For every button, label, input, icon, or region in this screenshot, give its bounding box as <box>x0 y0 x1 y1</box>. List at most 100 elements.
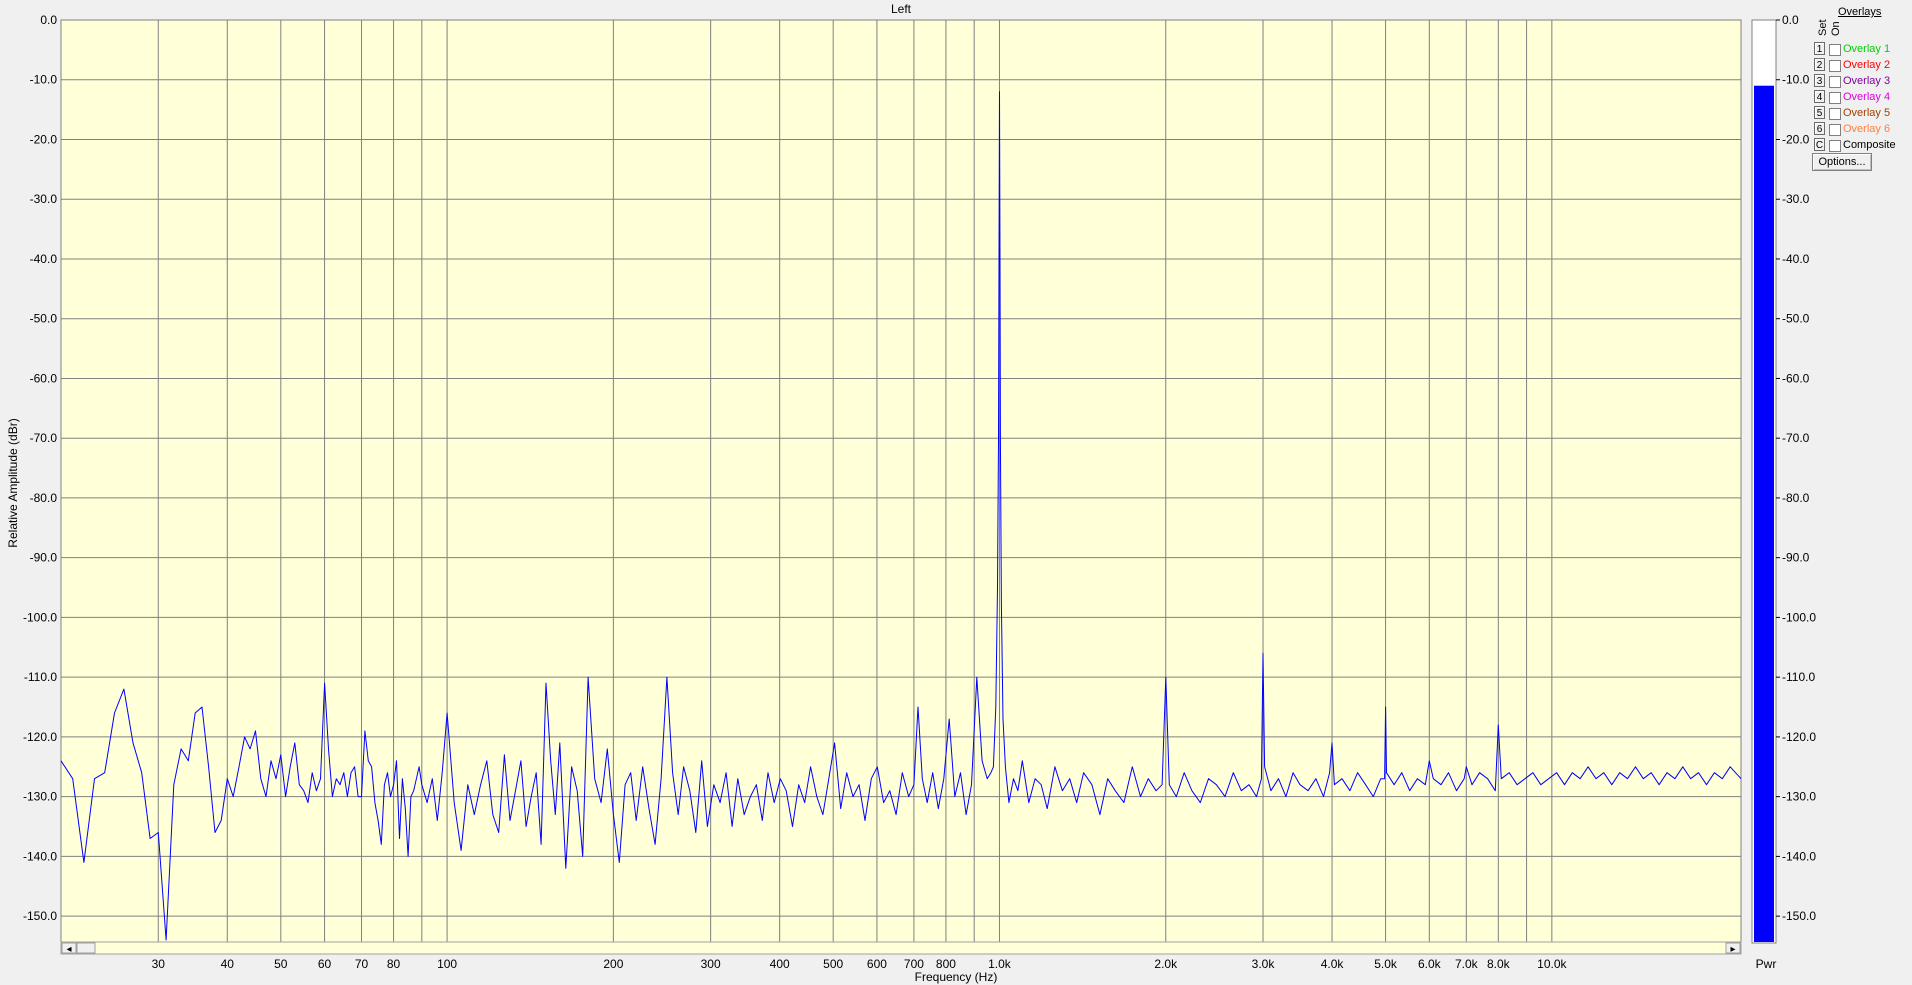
overlay-set-button[interactable]: 1 <box>1814 42 1825 55</box>
meter-tick-label: -150.0 <box>1782 909 1816 923</box>
x-tick-label: 2.0k <box>1154 957 1178 971</box>
overlay-row: 5 Overlay 5 <box>1814 106 1912 121</box>
overlay-label: Overlay 1 <box>1843 43 1891 55</box>
meter-tick-label: -140.0 <box>1782 849 1816 863</box>
y-tick-label: -50.0 <box>30 312 58 326</box>
overlay-label: Overlay 2 <box>1843 59 1891 71</box>
x-tick-label: 400 <box>770 957 790 971</box>
overlay-on-checkbox[interactable] <box>1829 44 1841 56</box>
x-tick-label: 60 <box>318 957 332 971</box>
meter-tick-label: -10.0 <box>1782 73 1810 87</box>
overlay-set-button[interactable]: 2 <box>1814 58 1825 71</box>
meter-tick-label: -40.0 <box>1782 252 1810 266</box>
overlay-on-checkbox[interactable] <box>1829 124 1841 136</box>
meter-tick-label: -30.0 <box>1782 192 1810 206</box>
meter-tick-label: 0.0 <box>1782 13 1799 27</box>
x-tick-label: 40 <box>221 957 235 971</box>
meter-tick-label: -100.0 <box>1782 610 1816 624</box>
meter-tick-label: -80.0 <box>1782 491 1810 505</box>
x-tick-label: 700 <box>904 957 924 971</box>
y-tick-label: 0.0 <box>40 13 57 27</box>
y-tick-label: -10.0 <box>30 73 58 87</box>
y-tick-label: -70.0 <box>30 431 58 445</box>
overlay-on-checkbox[interactable] <box>1829 76 1841 88</box>
overlay-row: 6 Overlay 6 <box>1814 122 1912 137</box>
meter-tick-label: -130.0 <box>1782 790 1816 804</box>
overlay-row: C Composite <box>1814 138 1912 153</box>
x-tick-label: 7.0k <box>1455 957 1479 971</box>
overlay-on-checkbox[interactable] <box>1829 108 1841 120</box>
x-tick-label: 800 <box>936 957 956 971</box>
x-tick-label: 10.0k <box>1537 957 1567 971</box>
x-tick-label: 8.0k <box>1487 957 1511 971</box>
overlays-panel: Overlays Set On 1 Overlay 1 2 Overlay 2 3 Ove… <box>1808 0 1912 180</box>
overlay-row: 4 Overlay 4 <box>1814 90 1912 105</box>
x-tick-label: 600 <box>867 957 887 971</box>
y-tick-label: -80.0 <box>30 491 58 505</box>
x-tick-label: 4.0k <box>1321 957 1345 971</box>
y-tick-label: -90.0 <box>30 551 58 565</box>
overlay-on-checkbox[interactable] <box>1829 60 1841 72</box>
y-tick-label: -140.0 <box>23 849 57 863</box>
meter-tick-label: -70.0 <box>1782 431 1810 445</box>
x-tick-label: 500 <box>823 957 843 971</box>
y-tick-label: -20.0 <box>30 132 58 146</box>
scroll-thumb[interactable] <box>76 942 96 954</box>
on-column-header: On <box>1830 21 1842 36</box>
scroll-left-arrow-icon: ◂ <box>66 944 71 955</box>
overlay-row: 1 Overlay 1 <box>1814 42 1912 57</box>
chart-title: Left <box>891 2 912 16</box>
y-tick-label: -60.0 <box>30 371 58 385</box>
meter-tick-label: -20.0 <box>1782 132 1810 146</box>
h-scrollbar[interactable] <box>60 941 1742 955</box>
meter-tick-label: -90.0 <box>1782 551 1810 565</box>
overlay-set-button[interactable]: 3 <box>1814 74 1825 87</box>
x-tick-label: 300 <box>701 957 721 971</box>
x-tick-label: 6.0k <box>1418 957 1442 971</box>
plot-area <box>60 19 1742 947</box>
power-meter-fill <box>1754 85 1774 942</box>
overlay-set-button[interactable]: 5 <box>1814 106 1825 119</box>
y-tick-label: -100.0 <box>23 610 57 624</box>
x-tick-label: 70 <box>355 957 369 971</box>
overlay-set-button[interactable]: 4 <box>1814 90 1825 103</box>
x-axis-label: Frequency (Hz) <box>915 970 998 984</box>
x-tick-label: 1.0k <box>988 957 1012 971</box>
y-axis-label: Relative Amplitude (dBr) <box>6 418 20 547</box>
options-button[interactable]: Options... <box>1812 153 1872 171</box>
meter-tick-label: -110.0 <box>1782 670 1815 684</box>
overlay-label: Composite <box>1843 139 1896 151</box>
x-tick-label: 200 <box>603 957 623 971</box>
meter-tick-label: -120.0 <box>1782 730 1816 744</box>
overlay-row: 3 Overlay 3 <box>1814 74 1912 89</box>
y-tick-label: -120.0 <box>23 730 57 744</box>
set-column-header: Set <box>1817 19 1829 36</box>
y-tick-label: -40.0 <box>30 252 58 266</box>
x-tick-label: 100 <box>437 957 457 971</box>
overlay-label: Overlay 6 <box>1843 123 1891 135</box>
overlay-set-button[interactable]: C <box>1814 138 1825 151</box>
overlay-on-checkbox[interactable] <box>1829 92 1841 104</box>
meter-tick-label: -60.0 <box>1782 371 1810 385</box>
overlay-set-button[interactable]: 6 <box>1814 122 1825 135</box>
x-tick-label: 5.0k <box>1374 957 1398 971</box>
y-tick-label: -130.0 <box>23 790 57 804</box>
scroll-right-arrow-icon: ▸ <box>1730 944 1735 955</box>
x-tick-label: 80 <box>387 957 401 971</box>
overlay-row: 2 Overlay 2 <box>1814 58 1912 73</box>
y-tick-label: -110.0 <box>24 670 57 684</box>
y-axis-ticks: 0.0 -10.0 -20.0 -30.0 -40.0 -50.0 -60.0 -70.0 -8… <box>23 13 57 923</box>
overlay-label: Overlay 3 <box>1843 75 1891 87</box>
overlay-label: Overlay 5 <box>1843 107 1891 119</box>
y-tick-label: -150.0 <box>23 909 57 923</box>
overlay-on-checkbox[interactable] <box>1829 140 1841 152</box>
overlay-label: Overlay 4 <box>1843 91 1891 103</box>
x-tick-label: 30 <box>152 957 166 971</box>
overlays-heading: Overlays <box>1838 6 1882 18</box>
spectrum-chart: Left Frequency (Hz) Relative Amplitude (… <box>6 2 1816 984</box>
x-tick-label: 50 <box>274 957 288 971</box>
y-tick-label: -30.0 <box>30 192 58 206</box>
x-tick-label: 3.0k <box>1252 957 1276 971</box>
power-meter-label: Pwr <box>1756 957 1777 971</box>
meter-tick-label: -50.0 <box>1782 312 1810 326</box>
